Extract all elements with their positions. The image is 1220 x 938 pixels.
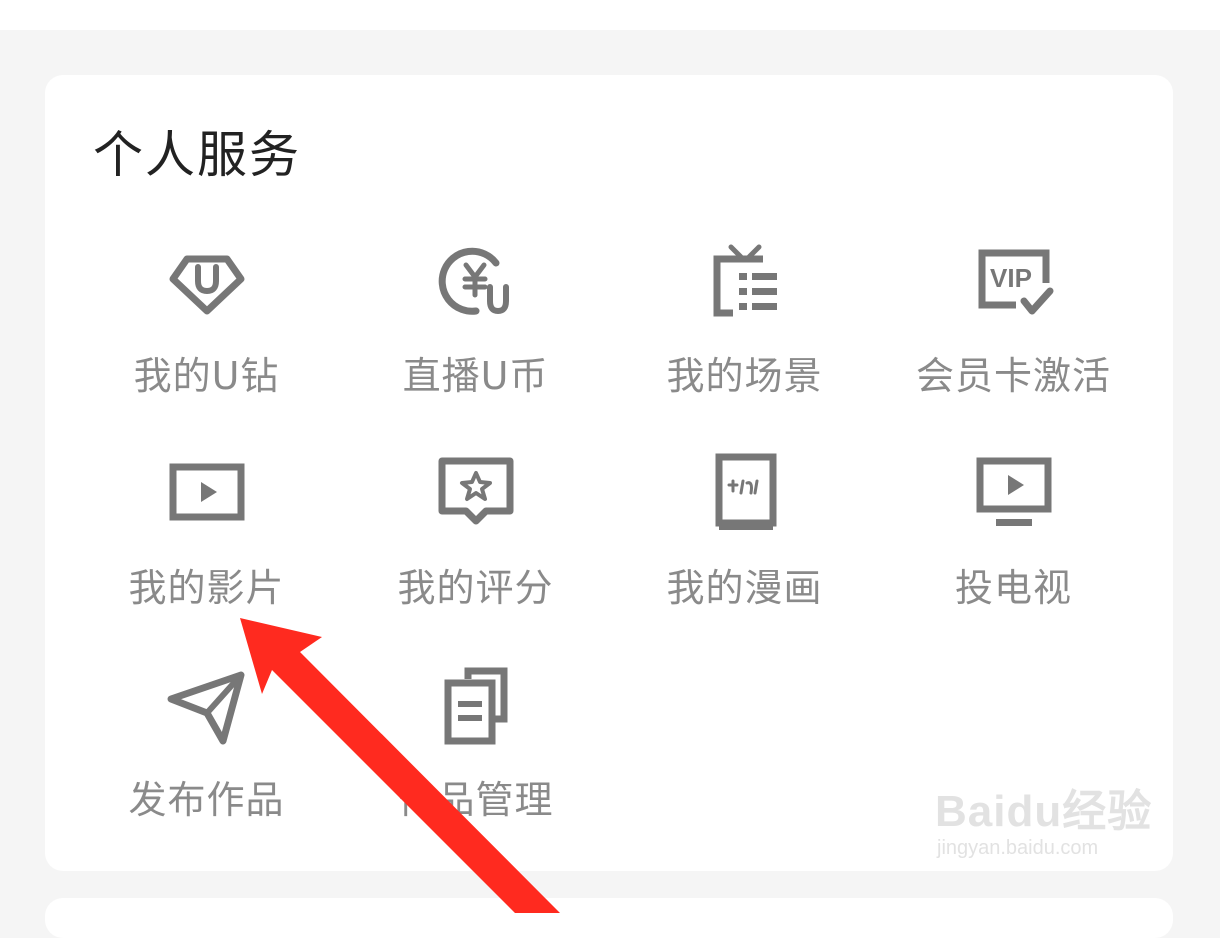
next-card <box>45 898 1173 938</box>
comic-book-icon <box>703 451 787 535</box>
service-label: 直播U币 <box>402 354 549 398</box>
service-item-u-coin[interactable]: 直播U币 <box>341 225 610 425</box>
tv-play-icon <box>972 451 1056 535</box>
tv-list-icon <box>703 239 787 323</box>
service-label: 发布作品 <box>128 778 285 822</box>
service-label: 我的评分 <box>397 566 554 610</box>
service-item-my-movies[interactable]: 我的影片 <box>72 437 341 637</box>
paper-plane-icon <box>165 663 249 747</box>
yuan-coin-icon <box>434 239 518 323</box>
service-label: 我的U钻 <box>133 354 280 398</box>
baidu-jingyan-watermark: Baidu经验 jingyan.baidu.com <box>935 788 1152 860</box>
service-label: 投电视 <box>954 566 1072 610</box>
service-item-cast-tv[interactable]: 投电视 <box>879 437 1148 637</box>
service-item-manage-works[interactable]: 作品管理 <box>341 649 610 849</box>
top-bar <box>0 0 1220 30</box>
service-item-my-comics[interactable]: 我的漫画 <box>610 437 879 637</box>
watermark-url: jingyan.baidu.com <box>937 837 1099 859</box>
svg-text:VIP: VIP <box>990 263 1032 293</box>
watermark-logo: Baidu经验 <box>935 787 1153 836</box>
service-label: 会员卡激活 <box>915 354 1111 398</box>
service-label: 我的影片 <box>128 566 285 610</box>
service-item-vip-activate[interactable]: VIP 会员卡激活 <box>879 225 1148 425</box>
service-label: 作品管理 <box>397 778 554 822</box>
service-label: 我的场景 <box>666 354 823 398</box>
documents-icon <box>434 663 518 747</box>
u-diamond-icon <box>165 239 249 323</box>
service-label: 我的漫画 <box>666 566 823 610</box>
service-item-u-diamond[interactable]: 我的U钻 <box>72 225 341 425</box>
personal-services-card: 个人服务 我的U钻 直播U币 我的场景 VIP 会员卡激活 我的影片 我的评分 … <box>45 75 1173 871</box>
service-item-my-scenes[interactable]: 我的场景 <box>610 225 879 425</box>
vip-card-icon: VIP <box>972 239 1056 323</box>
star-bubble-icon <box>434 451 518 535</box>
play-box-icon <box>165 451 249 535</box>
service-item-my-ratings[interactable]: 我的评分 <box>341 437 610 637</box>
section-title: 个人服务 <box>93 126 301 184</box>
service-item-publish-work[interactable]: 发布作品 <box>72 649 341 849</box>
